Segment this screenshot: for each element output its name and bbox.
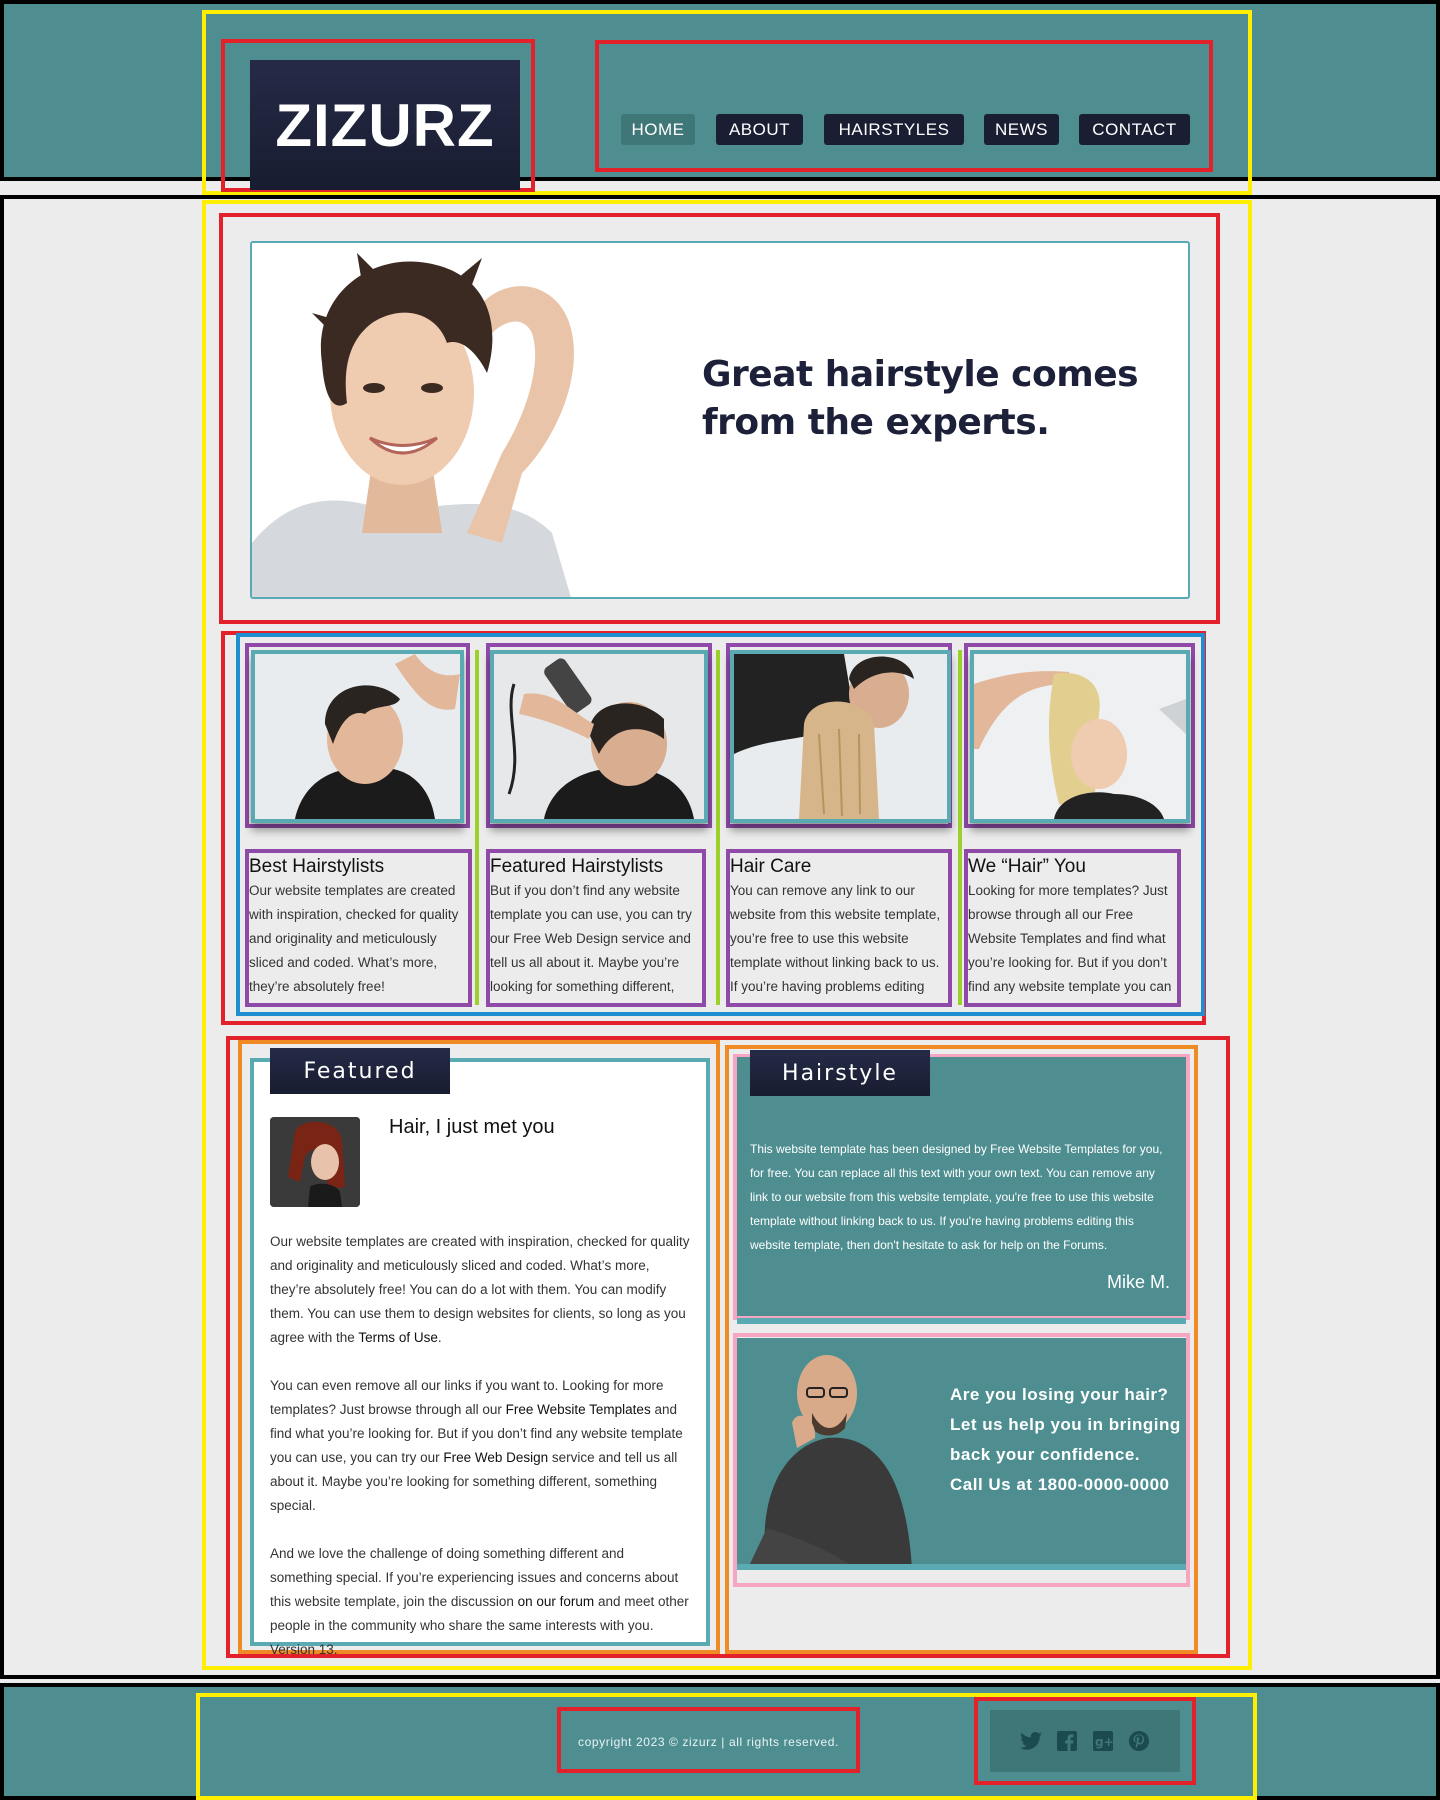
hero-headline-line2: from the experts. [702, 402, 1050, 443]
featured-paragraph: Our website templates are created with i… [270, 1230, 690, 1350]
promo-phone[interactable]: Call Us at 1800-0000-0000 [950, 1470, 1190, 1500]
hero-headline-line1: Great hairstyle comes [702, 354, 1139, 395]
featured-thumbnail[interactable] [270, 1117, 360, 1207]
testimonial-author: Mike M. [1107, 1272, 1170, 1292]
social-links: g+ [990, 1710, 1180, 1772]
feature-card: Hair Care You can remove any link to our… [726, 849, 952, 1007]
featured-tab: Featured [270, 1048, 450, 1094]
nav-about[interactable]: ABOUT [716, 114, 803, 145]
free-web-design-link[interactable]: Free Web Design [443, 1450, 548, 1465]
featured-article-title[interactable]: Hair, I just met you [389, 1116, 555, 1139]
featured-article-body: Our website templates are created with i… [270, 1230, 690, 1686]
feature-photo-we-hair-you[interactable] [970, 650, 1190, 823]
hairstyle-tab: Hairstyle [750, 1050, 930, 1096]
copyright-text: copyright 2023 © zizurz | all rights res… [578, 1735, 839, 1749]
feature-title[interactable]: Hair Care [730, 855, 948, 879]
promo-text: Are you losing your hair? Let us help yo… [950, 1380, 1190, 1500]
featured-paragraph: You can even remove all our links if you… [270, 1374, 690, 1518]
card-bottom-border [737, 1318, 1186, 1324]
nav-contact[interactable]: CONTACT [1079, 114, 1190, 145]
hero-woman-photo [252, 243, 612, 597]
site-logo[interactable]: ZIZURZ [250, 60, 520, 190]
feature-text: Our website templates are created with i… [249, 883, 459, 994]
facebook-icon[interactable] [1056, 1730, 1078, 1752]
promo-line: Are you losing your hair? [950, 1385, 1169, 1404]
feature-card: Best Hairstylists Our website templates … [245, 849, 472, 1007]
feature-photo-best-hairstylists[interactable] [251, 650, 464, 823]
hairstyle-testimonial: This website template has been designed … [750, 1142, 1163, 1252]
bald-man-photo [749, 1355, 912, 1564]
nav-hairstyles[interactable]: HAIRSTYLES [824, 114, 964, 145]
promo-line: Let us help you in bringing [950, 1415, 1181, 1434]
feature-card: We “Hair” You Looking for more templates… [964, 849, 1181, 1007]
feature-title[interactable]: Featured Hairstylists [490, 855, 702, 879]
feature-title[interactable]: Best Hairstylists [249, 855, 468, 879]
feature-divider [958, 650, 962, 1005]
feature-text: Looking for more templates? Just browse … [968, 883, 1172, 994]
svg-text:g+: g+ [1095, 1735, 1113, 1749]
terms-link[interactable]: Terms of Use [358, 1330, 438, 1345]
feature-divider [716, 650, 720, 1005]
free-website-templates-link[interactable]: Free Website Templates [506, 1402, 651, 1417]
google-plus-icon[interactable]: g+ [1092, 1730, 1114, 1752]
promo-line: back your confidence. [950, 1445, 1140, 1464]
feature-card: Featured Hairstylists But if you don’t f… [486, 849, 706, 1007]
feature-divider [475, 650, 479, 1005]
feature-title[interactable]: We “Hair” You [968, 855, 1177, 879]
text-span: Our website templates are created with i… [270, 1234, 690, 1345]
text-span: . [437, 1330, 442, 1345]
featured-paragraph: And we love the challenge of doing somet… [270, 1542, 690, 1662]
twitter-icon[interactable] [1020, 1730, 1042, 1752]
nav-news[interactable]: NEWS [984, 114, 1059, 145]
forum-link[interactable]: on our forum [518, 1594, 595, 1609]
pinterest-icon[interactable] [1128, 1730, 1150, 1752]
feature-photo-featured-hairstylists[interactable] [490, 650, 708, 823]
nav-home[interactable]: HOME [621, 114, 695, 145]
main-nav [595, 40, 1213, 172]
feature-photo-hair-care[interactable] [730, 650, 951, 823]
feature-text: You can remove any link to our website f… [730, 883, 941, 994]
hero-banner: Great hairstyle comes from the experts. [250, 241, 1190, 599]
feature-text: But if you don’t find any website templa… [490, 883, 692, 994]
hero-headline: Great hairstyle comes from the experts. [702, 351, 1142, 447]
